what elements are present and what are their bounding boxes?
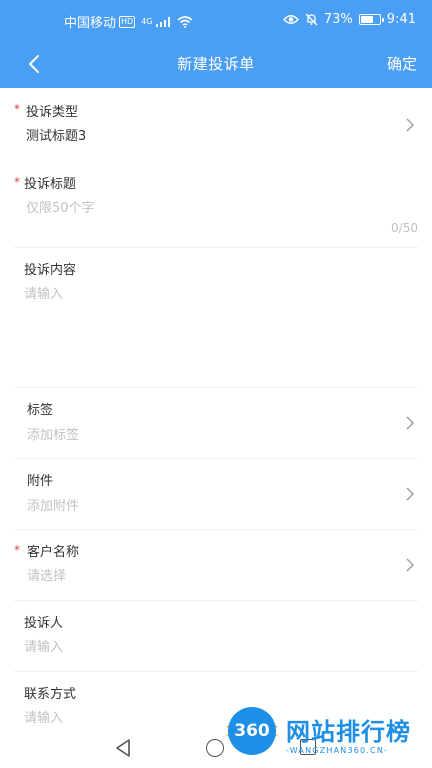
contact-input[interactable]: 请输入 xyxy=(24,707,63,726)
customer-name-label: 客户名称 xyxy=(27,545,80,560)
complaint-content-input[interactable]: 请输入 xyxy=(24,283,63,302)
wifi-icon xyxy=(176,15,193,28)
attachment-label: 附件 xyxy=(27,474,54,489)
confirm-button[interactable]: 确定 xyxy=(387,53,417,74)
carrier-info: 中国移动 HD 4G xyxy=(64,12,193,31)
watermark-subtitle: -WANGZHAN360.CN- xyxy=(286,746,389,755)
signal-icon xyxy=(155,16,170,27)
logo-circle: 360 xyxy=(228,707,276,755)
required-mark: * xyxy=(14,543,20,557)
chevron-right-icon xyxy=(406,416,414,430)
customer-name-field[interactable]: * 客户名称 请选择 xyxy=(14,530,418,601)
tags-placeholder: 添加标签 xyxy=(27,428,80,443)
complaint-type-field[interactable]: * 投诉类型 测试标题3 xyxy=(14,88,418,158)
watermark-logo: 360 网站排行榜 -WANGZHAN360.CN- xyxy=(222,704,432,768)
complainant-input[interactable]: 请输入 xyxy=(24,636,63,655)
chevron-right-icon xyxy=(406,487,414,501)
navigation-bar: 新建投诉单 确定 xyxy=(0,40,432,88)
complaint-title-label: 投诉标题 xyxy=(24,177,77,192)
complaint-type-value: 测试标题3 xyxy=(26,129,87,144)
eye-icon xyxy=(282,15,299,24)
back-triangle-icon[interactable] xyxy=(114,738,132,758)
required-mark: * xyxy=(14,102,20,116)
complaint-form: * 投诉类型 测试标题3 * 投诉标题 仅限50个字 0/50 投诉内容 请输入… xyxy=(0,88,432,728)
char-counter: 0/50 xyxy=(391,221,418,235)
mute-bell-icon xyxy=(305,13,318,26)
battery-percent: 73% xyxy=(323,12,353,27)
home-circle-icon[interactable] xyxy=(206,739,224,757)
customer-name-placeholder: 请选择 xyxy=(27,569,67,584)
app-header: 中国移动 HD 4G 73% 9:41 新建投诉单 确定 xyxy=(0,0,432,88)
status-bar: 中国移动 HD 4G 73% 9:41 xyxy=(0,0,432,40)
tags-label: 标签 xyxy=(27,403,54,418)
status-right: 73% 9:41 xyxy=(282,12,416,27)
chevron-right-icon xyxy=(406,558,414,572)
carrier-name: 中国移动 xyxy=(64,16,117,31)
network-type: 4G xyxy=(141,17,153,26)
battery-fill xyxy=(360,16,373,23)
chevron-right-icon xyxy=(406,118,414,132)
tags-field[interactable]: 标签 添加标签 xyxy=(14,388,418,459)
watermark-title: 网站排行榜 xyxy=(286,718,411,746)
complainant-field: 投诉人 请输入 xyxy=(14,601,418,672)
attachment-placeholder: 添加附件 xyxy=(27,499,80,514)
hd-badge: HD xyxy=(119,15,136,28)
contact-label: 联系方式 xyxy=(24,687,77,702)
complaint-content-field: 投诉内容 请输入 xyxy=(14,248,418,388)
complaint-type-label: 投诉类型 xyxy=(26,105,79,120)
clock: 9:41 xyxy=(386,12,416,27)
complaint-title-input[interactable]: 仅限50个字 xyxy=(26,197,95,216)
required-mark: * xyxy=(14,175,20,189)
attachment-field[interactable]: 附件 添加附件 xyxy=(14,459,418,530)
page-title: 新建投诉单 xyxy=(177,55,255,73)
complaint-content-label: 投诉内容 xyxy=(24,263,77,278)
complainant-label: 投诉人 xyxy=(24,616,64,631)
complaint-title-field: * 投诉标题 仅限50个字 0/50 xyxy=(14,158,418,248)
battery-icon xyxy=(358,14,384,25)
